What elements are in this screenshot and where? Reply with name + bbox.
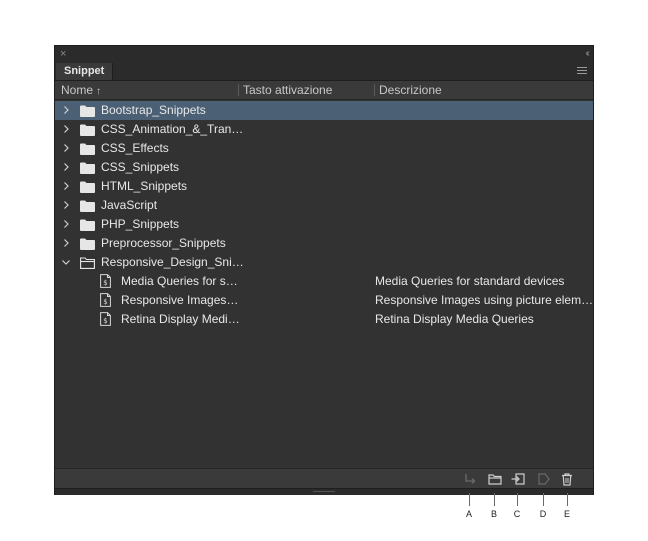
new-folder-icon[interactable] [487, 471, 503, 487]
row-name: JavaScript [101, 198, 158, 212]
chevron-down-icon[interactable] [61, 253, 71, 272]
folder-row[interactable]: CSS_Effects [55, 139, 593, 158]
folder-row[interactable]: CSS_Animation_&_Tran… [55, 120, 593, 139]
folder-icon [80, 142, 95, 155]
row-name: Responsive_Design_Sni… [101, 255, 244, 269]
chevron-right-icon[interactable] [61, 101, 71, 120]
callout-line [469, 493, 470, 506]
tab-snippet[interactable]: Snippet [56, 63, 114, 80]
column-name[interactable]: Nome ↑ [61, 81, 101, 99]
svg-text:$: $ [103, 279, 107, 287]
snippet-row[interactable]: $ Responsive Images… Responsive Images usi… [55, 291, 593, 310]
row-name: Media Queries for s… [121, 274, 238, 288]
callout-label: A [465, 509, 472, 519]
row-name: CSS_Snippets [101, 160, 180, 174]
callout-label: D [539, 509, 547, 519]
panel-menu-icon[interactable] [577, 65, 587, 76]
column-name-label: Nome [61, 83, 94, 97]
panel-tab-row: Snippet [55, 62, 593, 81]
folder-row[interactable]: CSS_Snippets [55, 158, 593, 177]
collapse-panel-icon[interactable]: ‹‹ [585, 47, 589, 61]
callout-label: B [490, 509, 497, 519]
chevron-right-icon[interactable] [61, 234, 71, 253]
new-snippet-icon[interactable] [510, 471, 526, 487]
column-divider[interactable] [374, 84, 375, 96]
callout-line [543, 493, 544, 506]
folder-row[interactable]: Responsive_Design_Sni… [55, 253, 593, 272]
snippet-file-icon: $ [100, 293, 111, 307]
row-name: CSS_Animation_&_Tran… [101, 122, 244, 136]
snippet-row[interactable]: $ Retina Display Medi… Retina Display Medi… [55, 310, 593, 329]
chevron-right-icon[interactable] [61, 120, 71, 139]
edit-snippet-icon[interactable] [536, 471, 552, 487]
row-description: Retina Display Media Queries [375, 312, 534, 326]
folder-icon [80, 180, 95, 193]
folder-icon [80, 123, 95, 136]
snippet-file-icon: $ [100, 274, 111, 288]
chevron-right-icon[interactable] [61, 139, 71, 158]
sort-ascending-icon: ↑ [96, 86, 102, 97]
column-description[interactable]: Descrizione [379, 81, 442, 99]
folder-icon [80, 218, 95, 231]
trash-icon[interactable] [559, 471, 575, 487]
folder-row[interactable]: JavaScript [55, 196, 593, 215]
folder-row[interactable]: PHP_Snippets [55, 215, 593, 234]
row-name: Bootstrap_Snippets [101, 103, 206, 117]
chevron-right-icon[interactable] [61, 158, 71, 177]
callout-label: E [563, 509, 570, 519]
callout-label: C [513, 509, 521, 519]
folder-icon [80, 161, 95, 174]
column-header: Nome ↑ Tasto attivazione Descrizione [55, 81, 593, 100]
chevron-right-icon[interactable] [61, 177, 71, 196]
callout-line [517, 493, 518, 506]
snippets-panel: × ‹‹ Snippet Nome ↑ Tasto attivazione Des… [54, 45, 594, 495]
folder-row[interactable]: Preprocessor_Snippets [55, 234, 593, 253]
callout-line [567, 493, 568, 506]
close-panel-icon[interactable]: × [60, 47, 66, 61]
row-name: HTML_Snippets [101, 179, 188, 193]
chevron-right-icon[interactable] [61, 215, 71, 234]
panel-resize-grip[interactable] [55, 488, 593, 495]
folder-icon [80, 104, 95, 117]
svg-text:$: $ [103, 298, 107, 306]
insert-icon[interactable] [462, 471, 478, 487]
row-name: Responsive Images… [121, 293, 239, 307]
row-name: Preprocessor_Snippets [101, 236, 226, 250]
folder-icon [80, 237, 95, 250]
row-name: CSS_Effects [101, 141, 169, 155]
svg-text:$: $ [103, 317, 107, 325]
snippet-row[interactable]: $ Media Queries for s… Media Queries for s… [55, 272, 593, 291]
column-divider[interactable] [238, 84, 239, 96]
panel-title-bar: × ‹‹ [55, 46, 593, 62]
column-hotkey[interactable]: Tasto attivazione [243, 81, 332, 99]
panel-toolbar [55, 468, 593, 489]
row-name: Retina Display Medi… [121, 312, 240, 326]
folder-icon [80, 199, 95, 212]
folder-open-icon [80, 256, 95, 269]
row-description: Media Queries for standard devices [375, 274, 565, 288]
row-name: PHP_Snippets [101, 217, 180, 231]
callout-line [494, 493, 495, 506]
folder-row[interactable]: Bootstrap_Snippets [55, 101, 593, 120]
row-description: Responsive Images using picture elem… [375, 293, 594, 307]
snippet-file-icon: $ [100, 312, 111, 326]
chevron-right-icon[interactable] [61, 196, 71, 215]
folder-row[interactable]: HTML_Snippets [55, 177, 593, 196]
